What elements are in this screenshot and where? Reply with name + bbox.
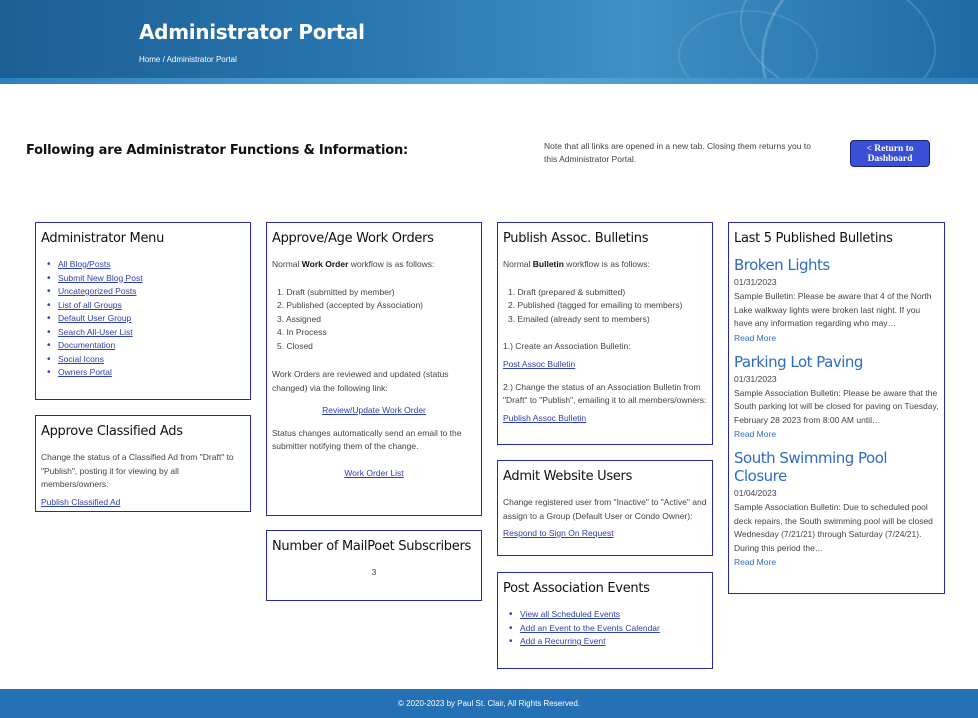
bulletin-item-date: 01/31/2023 [734, 373, 777, 384]
website-users-text: Change registered user from "Inactive" t… [503, 497, 707, 521]
bulletin-item-title[interactable]: South Swimming Pool Closure [734, 449, 939, 485]
events-panel: Post Association Events View all Schedul… [497, 572, 713, 669]
documentation-link[interactable]: Documentation [58, 340, 115, 350]
list-item: Owners Portal [47, 366, 245, 380]
last-bulletins-panel: Last 5 Published Bulletins Broken Lights… [728, 222, 945, 594]
list-item: 5. Closed [277, 340, 313, 351]
last-bulletins-title: Last 5 Published Bulletins [734, 231, 893, 246]
bulletins-title: Publish Assoc. Bulletins [503, 231, 649, 246]
change-bulletin-text: 2.) Change the status of an Association … [503, 381, 707, 406]
bulletin-item-title[interactable]: Parking Lot Paving [734, 353, 939, 371]
breadcrumb-home[interactable]: Home [139, 55, 160, 64]
list-item: 1. Draft (prepared & submitted) [508, 286, 626, 297]
return-button-line2: Dashboard [867, 154, 913, 164]
bulletin-item-excerpt: Sample Association Bulletin: Please be a… [734, 387, 939, 425]
read-more-link[interactable]: Read More [734, 557, 939, 567]
list-item: Uncategorized Posts [47, 285, 245, 299]
bulletin-item-date: 01/31/2023 [734, 277, 777, 287]
uncategorized-posts-link[interactable]: Uncategorized Posts [58, 286, 136, 296]
site-footer: © 2020-2023 by Paul St. Clair, All Right… [0, 689, 978, 718]
work-orders-email-text: Status changes automatically send an ema… [272, 427, 462, 452]
review-update-work-order-link[interactable]: Review/Update Work Order [322, 405, 426, 415]
post-assoc-bulletin-link[interactable]: Post Assoc Bulletin [503, 359, 575, 369]
list-item: Add a Recurring Event [509, 635, 707, 649]
list-item: 2. Published (accepted by Association) [277, 300, 424, 310]
copyright-text: © 2020-2023 by Paul St. Clair, All Right… [398, 699, 580, 708]
bulletins-panel: Publish Assoc. Bulletins Normal Bulletin… [497, 222, 713, 445]
site-header: Administrator Portal Home / Administrato… [0, 0, 978, 84]
classified-ads-text: Change the status of a Classified Ad fro… [41, 452, 234, 489]
owners-portal-link[interactable]: Owners Portal [58, 367, 112, 377]
bulletin-item-date: 01/04/2023 [734, 488, 777, 498]
read-more-link[interactable]: Read More [734, 429, 939, 439]
mailpoet-title: Number of MailPoet Subscribers [272, 539, 471, 554]
intro-note: Note that all links are opened in a new … [544, 141, 811, 164]
bulletin-item-excerpt: Sample Association Bulletin: Due to sche… [734, 502, 933, 553]
classified-ads-panel: Approve Classified Ads Change the status… [35, 415, 251, 512]
admin-menu-title: Administrator Menu [41, 231, 165, 246]
respond-to-sign-on-request-link[interactable]: Respond to Sign On Request [503, 528, 614, 538]
bulletin-steps: 1. Draft (prepared & submitted) 2. Publi… [503, 286, 707, 327]
mailpoet-panel: Number of MailPoet Subscribers 3 [266, 530, 482, 601]
work-orders-panel: Approve/Age Work Orders Normal Work Orde… [266, 222, 482, 516]
list-item: View all Scheduled Events [509, 608, 707, 622]
mailpoet-count: 3 [371, 567, 377, 577]
list-item: List of all Groups [47, 299, 245, 313]
list-item: 4. In Process [277, 327, 327, 337]
search-all-user-list-link[interactable]: Search All-User List [58, 327, 133, 337]
list-item: Search All-User List [47, 326, 245, 340]
list-item: Submit New Blog Post [47, 272, 245, 286]
return-to-dashboard-button[interactable]: < Return to Dashboard [850, 140, 930, 167]
admin-menu-panel: Administrator Menu All Blog/Posts Submit… [35, 222, 251, 400]
read-more-link[interactable]: Read More [734, 333, 939, 343]
breadcrumb-separator: / [162, 55, 165, 64]
website-users-panel: Admit Website Users Change registered us… [497, 460, 713, 556]
bulletin-item-title[interactable]: Broken Lights [734, 256, 939, 274]
list-item: All Blog/Posts [47, 258, 245, 272]
all-blog-posts-link[interactable]: All Blog/Posts [58, 259, 110, 269]
bulletin-item: South Swimming Pool Closure 01/04/2023 S… [734, 449, 939, 567]
admin-menu-list: All Blog/Posts Submit New Blog Post Unca… [41, 258, 245, 380]
add-event-link[interactable]: Add an Event to the Events Calendar [520, 623, 660, 633]
publish-assoc-bulletin-link[interactable]: Publish Assoc Bulletin [503, 413, 586, 423]
default-user-group-link[interactable]: Default User Group [58, 313, 131, 323]
list-of-all-groups-link[interactable]: List of all Groups [58, 300, 122, 310]
bulletin-item: Broken Lights 01/31/2023 Sample Bulletin… [734, 256, 939, 343]
list-item: 3. Emailed (already sent to members) [508, 313, 650, 324]
work-orders-title: Approve/Age Work Orders [272, 231, 434, 246]
submit-new-blog-post-link[interactable]: Submit New Blog Post [58, 273, 143, 283]
list-item: 3. Assigned [277, 313, 321, 324]
list-item: Add an Event to the Events Calendar [509, 622, 707, 636]
list-item: Default User Group [47, 312, 245, 326]
list-item: Documentation [47, 339, 245, 353]
return-button-line1: < Return to [866, 144, 914, 154]
publish-classified-ad-link[interactable]: Publish Classified Ad [41, 497, 120, 507]
classified-ads-title: Approve Classified Ads [41, 424, 183, 439]
view-all-scheduled-events-link[interactable]: View all Scheduled Events [520, 609, 620, 619]
work-order-steps: 1. Draft (submitted by member) 2. Publis… [272, 286, 476, 354]
page-title: Administrator Portal [139, 20, 365, 44]
work-orders-review-text: Work Orders are reviewed and updated (st… [272, 369, 449, 393]
website-users-title: Admit Website Users [503, 469, 633, 484]
work-order-list-link[interactable]: Work Order List [344, 468, 403, 478]
work-orders-intro: Normal Work Order workflow is as follows… [272, 259, 435, 269]
list-item: Social Icons [47, 353, 245, 367]
add-recurring-event-link[interactable]: Add a Recurring Event [520, 636, 606, 646]
events-list: View all Scheduled Events Add an Event t… [503, 608, 707, 649]
bulletin-item-excerpt: Sample Bulletin: Please be aware that 4 … [734, 291, 932, 328]
breadcrumb: Home / Administrator Portal [139, 55, 237, 64]
list-item: 2. Published (tagged for emailing to mem… [508, 300, 683, 310]
list-item: 1. Draft (submitted by member) [277, 286, 395, 297]
events-title: Post Association Events [503, 581, 650, 596]
social-icons-link[interactable]: Social Icons [58, 354, 104, 364]
bulletin-item: Parking Lot Paving 01/31/2023 Sample Ass… [734, 353, 939, 440]
breadcrumb-current: Administrator Portal [166, 55, 237, 64]
header-strip [0, 78, 978, 84]
bulletins-intro: Normal Bulletin workflow is as follows: [503, 259, 650, 269]
intro-heading: Following are Administrator Functions & … [26, 143, 408, 158]
create-bulletin-text: 1.) Create an Association Bulletin: [503, 341, 631, 351]
